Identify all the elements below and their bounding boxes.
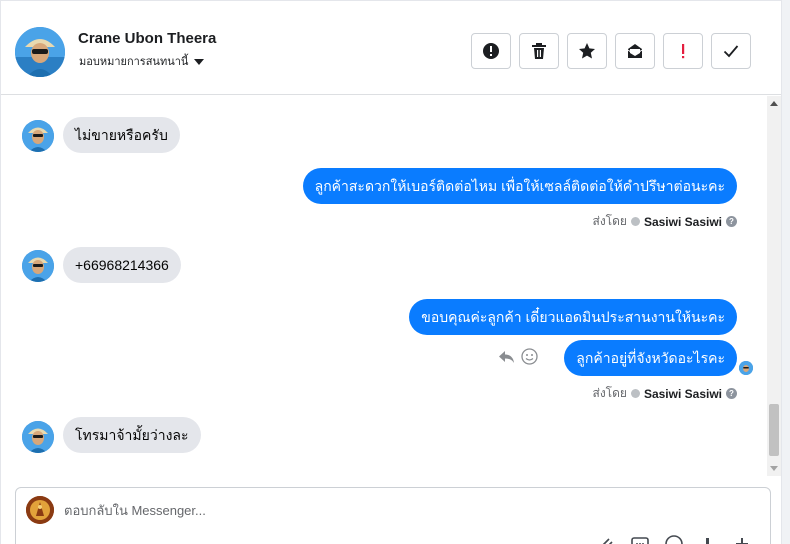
like-icon[interactable] [698, 534, 718, 544]
message-bubble-outgoing[interactable]: ลูกค้าสะดวกให้เบอร์ติดต่อไหม เพื่อให้เซล… [302, 168, 737, 204]
contact-avatar-small [22, 421, 54, 453]
window-edge [782, 0, 790, 544]
agent-badge-icon [630, 389, 640, 398]
sent-by-info: ส่งโดย Sasiwi Sasiwi ? [592, 384, 737, 403]
exclamation-icon [682, 44, 685, 59]
message-bubble-outgoing[interactable]: ลูกค้าอยู่ที่จังหวัดอะไรคะ [564, 340, 737, 376]
mark-done-button[interactable] [711, 33, 751, 69]
contact-avatar-small [22, 250, 54, 282]
contact-avatar-small [22, 120, 54, 152]
star-icon [579, 43, 595, 59]
sent-by-info: ส่งโดย Sasiwi Sasiwi ? [592, 212, 737, 231]
assign-label: มอบหมายการสนทนานี้ [79, 56, 189, 68]
checkmark-icon [723, 45, 739, 58]
sent-by-label: ส่งโดย [592, 214, 627, 228]
star-button[interactable] [567, 33, 607, 69]
follow-up-button[interactable] [663, 33, 703, 69]
caret-down-icon [194, 58, 205, 65]
help-icon[interactable]: ? [726, 216, 737, 227]
message-bubble-incoming[interactable]: ไม่ขายหรือครับ [63, 117, 180, 153]
assign-conversation-dropdown[interactable]: มอบหมายการสนทนานี้ [79, 52, 205, 70]
page-avatar [26, 496, 54, 524]
header-actions [471, 33, 751, 69]
conversation-header: Crane Ubon Theera มอบหมายการสนทนานี้ [1, 1, 781, 95]
mark-unread-button[interactable] [615, 33, 655, 69]
scroll-up-arrow-icon[interactable] [770, 101, 778, 106]
reply-input[interactable] [64, 498, 664, 522]
alert-circle-icon [483, 43, 499, 59]
attachment-icon[interactable] [596, 534, 616, 544]
message-thread: ไม่ขายหรือครับ ลูกค้าสะดวกให้เบอร์ติดต่อ… [1, 96, 767, 476]
reply-composer [15, 487, 771, 544]
sent-by-agent[interactable]: Sasiwi Sasiwi [644, 387, 722, 401]
spam-button[interactable] [471, 33, 511, 69]
reply-icon[interactable] [498, 350, 515, 364]
sent-by-agent[interactable]: Sasiwi Sasiwi [644, 215, 722, 229]
help-icon[interactable]: ? [726, 388, 737, 399]
contact-avatar[interactable] [15, 27, 65, 77]
message-bubble-outgoing[interactable]: ขอบคุณค่ะลูกค้า เดี๋ยวแอดมินประสานงานให้… [409, 299, 737, 335]
scroll-thumb[interactable] [769, 404, 779, 456]
contact-name[interactable]: Crane Ubon Theera [78, 30, 216, 47]
sent-by-label: ส่งโดย [592, 386, 627, 400]
emoji-icon[interactable] [664, 534, 684, 544]
message-bubble-incoming[interactable]: โทรมาจ้ามั้ยว่างละ [63, 417, 201, 453]
saved-reply-icon[interactable] [630, 534, 650, 544]
scroll-down-arrow-icon[interactable] [770, 466, 778, 471]
composer-tools [596, 534, 752, 544]
delete-button[interactable] [519, 33, 559, 69]
more-tools-icon[interactable] [732, 534, 752, 544]
conversation-panel: Crane Ubon Theera มอบหมายการสนทนานี้ ไม่… [0, 0, 782, 544]
message-bubble-incoming[interactable]: +66968214366 [63, 247, 181, 283]
react-emoji-icon[interactable] [521, 348, 538, 365]
message-hover-tools [498, 348, 538, 365]
thread-scrollbar[interactable] [767, 96, 781, 476]
envelope-open-icon [627, 44, 643, 58]
seen-receipt-avatar [739, 361, 753, 375]
agent-badge-icon [630, 217, 640, 226]
trash-icon [532, 43, 546, 59]
